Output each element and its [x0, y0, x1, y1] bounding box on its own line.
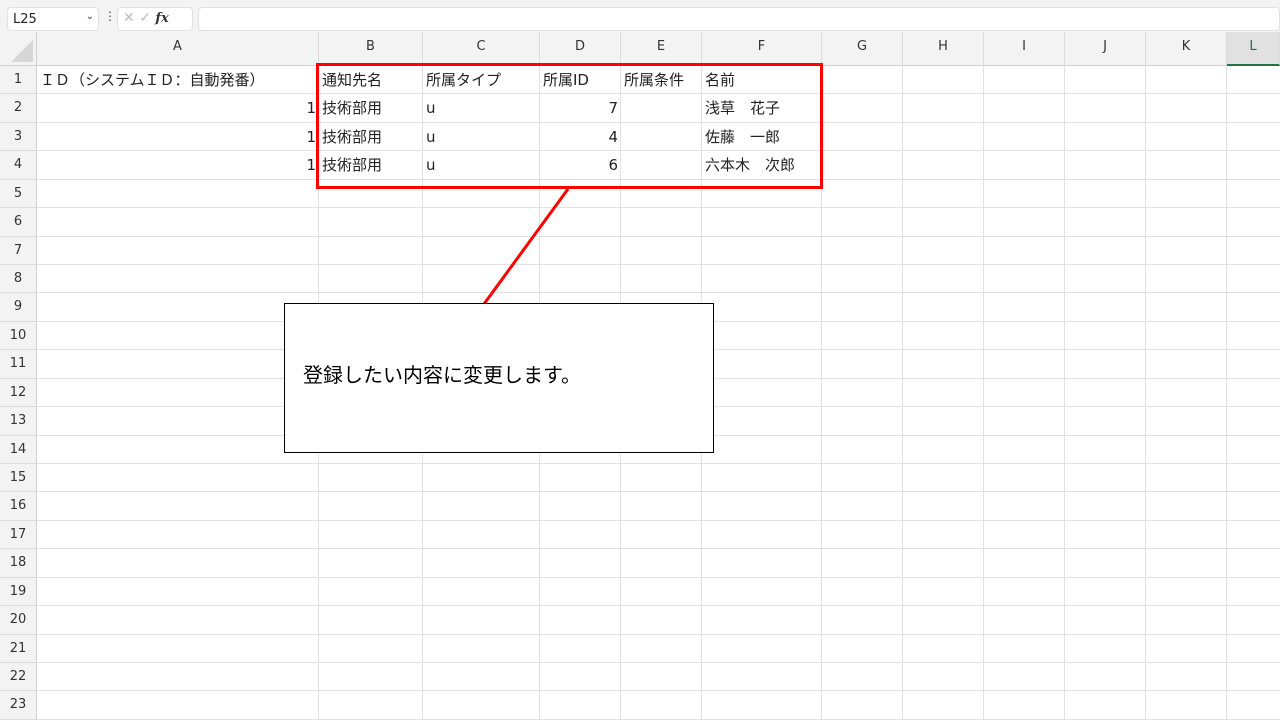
- callout-text: 登録したい内容に変更します。: [303, 363, 581, 387]
- callout-box: 登録したい内容に変更します。: [284, 303, 714, 453]
